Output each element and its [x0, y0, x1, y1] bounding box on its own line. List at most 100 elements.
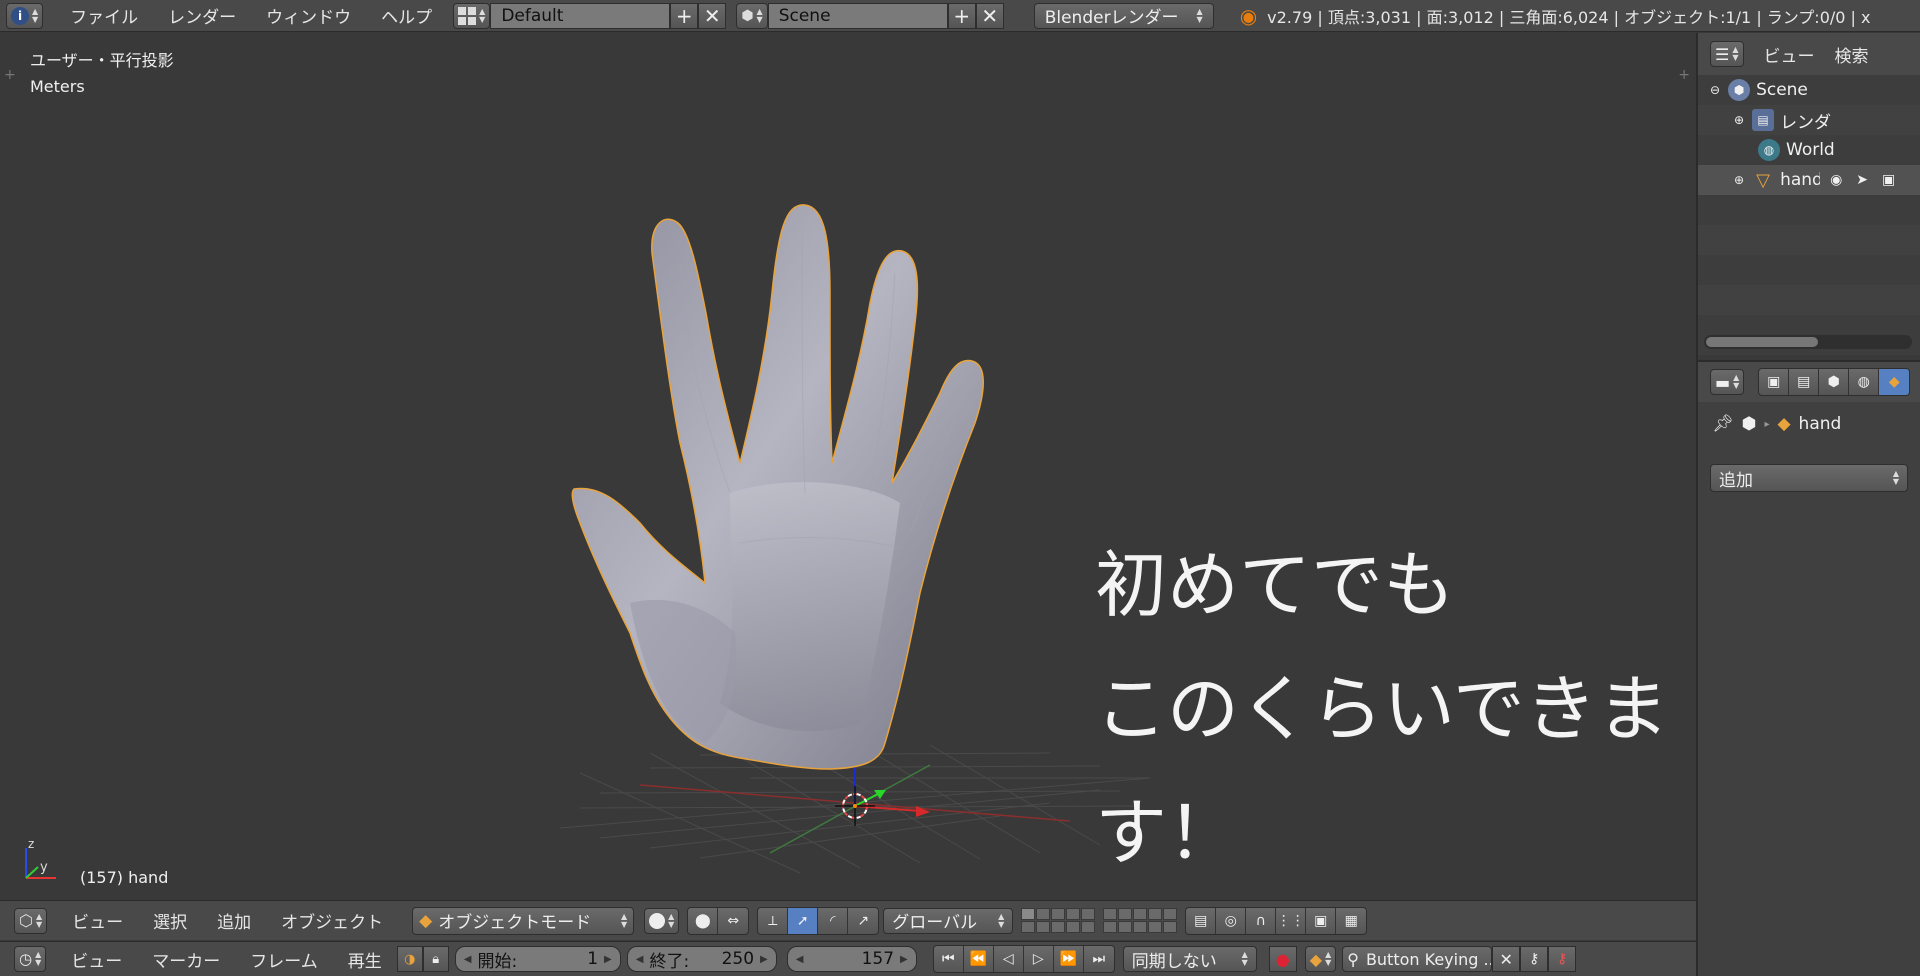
play-icon: ▷: [1032, 951, 1044, 967]
pin-icon[interactable]: 📌︎: [1712, 414, 1734, 434]
layers-group-2[interactable]: [1103, 908, 1178, 933]
active-object-frame-label: (157) hand: [80, 868, 169, 887]
keying-set-icon: ⚲: [1347, 949, 1359, 969]
playback-menu[interactable]: 再生: [333, 947, 397, 972]
clear-keying-set-button[interactable]: ✕: [1492, 946, 1521, 972]
auto-keying-button[interactable]: ●: [1268, 946, 1297, 972]
snap-element-button[interactable]: ⋮⋮: [1276, 907, 1307, 934]
editor-type-info-button[interactable]: i ▲ ▼: [6, 2, 44, 29]
collapse-icon[interactable]: ⊖: [1710, 83, 1720, 97]
renderability-camera-icon[interactable]: ▣: [1882, 172, 1895, 188]
hand-mesh[interactable]: [540, 163, 1100, 803]
menu-help[interactable]: ヘルプ: [366, 3, 447, 28]
menu-window[interactable]: ウィンドウ: [251, 3, 366, 28]
3d-viewport[interactable]: ユーザー・平行投影 Meters + + z y 初めてでも このくらいできます…: [0, 33, 1696, 900]
menu-file[interactable]: ファイル: [55, 3, 153, 28]
sync-mode-dropdown[interactable]: 同期しない ▲ ▼: [1122, 946, 1257, 972]
opengl-animation-button[interactable]: ▦: [1336, 908, 1366, 934]
end-frame-field[interactable]: ◀ 終了: 250 ▶: [626, 946, 777, 972]
visibility-eye-icon[interactable]: ◉: [1830, 172, 1842, 188]
frame-menu[interactable]: フレーム: [235, 947, 333, 972]
outliner-item-hand[interactable]: ⊕ ▽ hand ◉ ➤ ▣: [1698, 165, 1920, 195]
play-reverse-button[interactable]: ◁: [994, 946, 1024, 972]
outliner-item-render-layers[interactable]: ⊕ ▤ レンダ: [1698, 105, 1920, 135]
tab-render-layers[interactable]: ▤: [1789, 369, 1820, 395]
tab-world[interactable]: ◍: [1849, 369, 1880, 395]
lock-layers-button[interactable]: ▤: [1186, 907, 1217, 934]
editor-type-timeline-button[interactable]: ◷ ▲ ▼: [14, 946, 47, 972]
editor-type-outliner-button[interactable]: ☰ ▲ ▼: [1710, 41, 1744, 67]
layers-group-1[interactable]: [1021, 908, 1096, 933]
interaction-mode-dropdown[interactable]: ◆ オブジェクトモード ▲ ▼: [412, 906, 635, 935]
manipulator-toggle-button[interactable]: ⇔: [718, 908, 748, 934]
editor-type-3dview-button[interactable]: ⬡ ▲ ▼: [14, 907, 48, 934]
start-frame-label: 開始:: [477, 951, 518, 972]
jump-start-button[interactable]: ⏮: [934, 946, 964, 972]
render-engine-dropdown[interactable]: Blenderレンダー ▲ ▼: [1033, 2, 1214, 29]
proportional-icon: ◎: [1224, 912, 1237, 929]
viewport-shading-dropdown[interactable]: ▲ ▼: [644, 907, 680, 934]
tab-object[interactable]: ◆: [1879, 369, 1910, 395]
menu-render[interactable]: レンダー: [153, 3, 251, 28]
screen-layout-dropdown[interactable]: ▲ ▼: [453, 2, 491, 29]
delete-scene-button[interactable]: ✕: [975, 2, 1004, 29]
add-layout-button[interactable]: +: [670, 2, 699, 29]
add-menu[interactable]: 追加: [202, 908, 266, 933]
increment-icon: ▶: [760, 953, 768, 965]
scrollbar-thumb[interactable]: [1706, 337, 1818, 347]
layout-name-field[interactable]: Default: [490, 2, 671, 29]
add-scene-button[interactable]: +: [947, 2, 976, 29]
axis-z-label: z: [28, 837, 34, 851]
object-menu[interactable]: オブジェクト: [266, 908, 398, 933]
translate-manipulator-button[interactable]: ➚: [788, 907, 819, 934]
tab-render[interactable]: ▣: [1759, 369, 1790, 395]
outliner-item-world[interactable]: ◍ World: [1698, 135, 1920, 165]
add-constraint-dropdown[interactable]: 追加 ▲ ▼: [1710, 464, 1908, 492]
snap-toggle-button[interactable]: ∩: [1246, 907, 1277, 934]
prev-keyframe-button[interactable]: ⏪: [964, 946, 994, 972]
object-cube-icon: ◆: [1777, 414, 1791, 434]
keying-set-field[interactable]: ⚲ Button Keying ...: [1342, 946, 1493, 972]
marker-menu[interactable]: マーカー: [137, 947, 235, 972]
orientation-label: グローバル: [892, 913, 978, 933]
outliner-item-label: World: [1786, 140, 1835, 160]
start-frame-field[interactable]: ◀ 開始: 1 ▶: [454, 946, 621, 972]
current-frame-field[interactable]: ◀ 157 ▶: [786, 946, 917, 972]
outliner-search-menu[interactable]: 検索: [1835, 42, 1869, 67]
outliner-horizontal-scrollbar[interactable]: [1704, 335, 1912, 349]
selectability-cursor-icon[interactable]: ➤: [1856, 172, 1868, 188]
close-icon: ✕: [703, 3, 721, 28]
insert-keyframe-button[interactable]: ⚷: [1520, 946, 1549, 972]
transform-orientation-dropdown[interactable]: グローバル ▲ ▼: [883, 907, 1014, 934]
delete-keyframe-button[interactable]: ⚷: [1548, 946, 1577, 972]
expand-icon[interactable]: ⊕: [1734, 173, 1744, 187]
scale-manipulator-button[interactable]: ↗: [848, 908, 878, 934]
preview-range-button[interactable]: ◑: [396, 946, 423, 972]
editor-type-properties-button[interactable]: ▬ ▲ ▼: [1710, 369, 1745, 395]
lock-time-cursor-button[interactable]: 🔒︎: [422, 946, 449, 972]
object-mode-icon: ◆: [419, 910, 433, 931]
next-keyframe-button[interactable]: ⏩: [1054, 946, 1084, 972]
tab-scene[interactable]: ⬢: [1819, 369, 1850, 395]
rotate-manipulator-button[interactable]: ◜: [818, 907, 849, 934]
plus-icon: +: [675, 3, 693, 28]
manipulator-widget-button[interactable]: ⟂: [758, 907, 789, 934]
play-button[interactable]: ▷: [1024, 946, 1054, 972]
timeline-view-menu[interactable]: ビュー: [56, 947, 137, 972]
keying-type-dropdown[interactable]: ◆ ▲ ▼: [1304, 946, 1337, 972]
view-menu[interactable]: ビュー: [57, 908, 138, 933]
outliner-view-menu[interactable]: ビュー: [1764, 42, 1815, 67]
opengl-render-button[interactable]: ▣: [1306, 907, 1337, 934]
proportional-edit-button[interactable]: ◎: [1216, 907, 1247, 934]
pivot-point-button[interactable]: ⬤: [688, 907, 719, 934]
scene-name-field[interactable]: Scene: [767, 2, 948, 29]
snap-increment-icon: ⋮⋮: [1276, 912, 1305, 929]
end-frame-value: 250: [721, 949, 755, 969]
scene-dropdown[interactable]: ⬢ ▲ ▼: [736, 2, 768, 29]
jump-end-button[interactable]: ⏭: [1084, 946, 1114, 972]
delete-layout-button[interactable]: ✕: [698, 2, 727, 29]
outliner-item-scene[interactable]: ⊖ ⬢ Scene: [1698, 75, 1920, 105]
select-menu[interactable]: 選択: [138, 908, 202, 933]
expand-icon[interactable]: ⊕: [1734, 113, 1744, 127]
updown-arrows-icon: ▲ ▼: [668, 911, 675, 929]
